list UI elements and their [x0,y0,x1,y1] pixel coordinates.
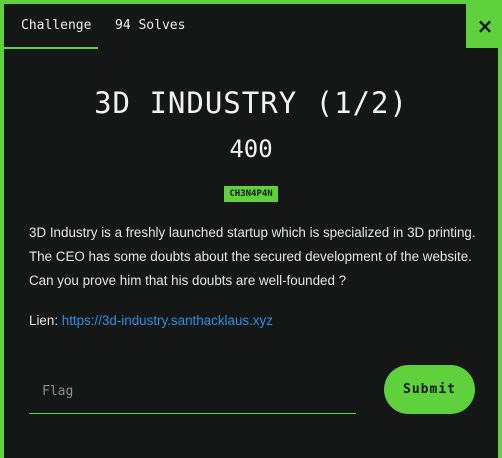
submit-button[interactable]: Submit [384,365,475,414]
author-tag-badge: CH3N4P4N [224,186,278,202]
tag-container: CH3N4P4N [4,181,498,202]
close-icon: × [476,14,494,38]
tab-challenge[interactable]: Challenge [4,4,98,49]
tab-solves[interactable]: 94 Solves [98,4,201,48]
challenge-url-link[interactable]: https://3d-industry.santhacklaus.xyz [62,313,273,328]
challenge-title: 3D INDUSTRY (1/2) [94,86,408,120]
close-button[interactable]: × [466,0,502,48]
challenge-link-line: Lien: https://3d-industry.santhacklaus.x… [29,309,273,333]
challenge-modal: Challenge 94 Solves × 3D INDUSTRY (1/2) … [4,0,502,458]
modal-tabs: Challenge 94 Solves [4,4,201,50]
flag-input[interactable] [29,370,356,414]
challenge-description: 3D Industry is a freshly launched startu… [29,225,476,288]
challenge-points: 400 [229,135,273,163]
link-label: Lien: [29,313,62,328]
